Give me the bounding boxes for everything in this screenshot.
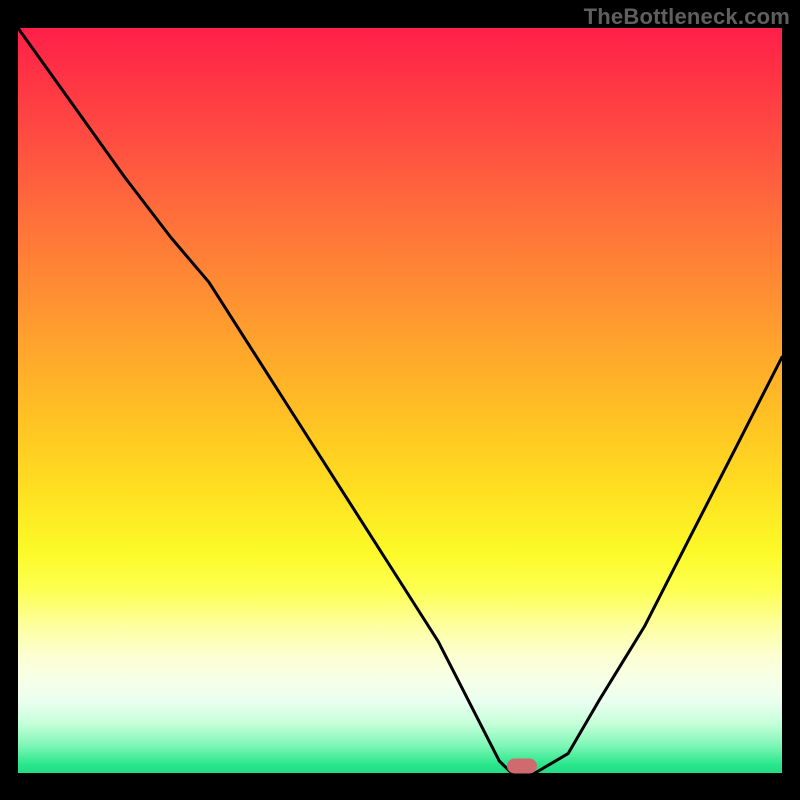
curve-path	[18, 28, 782, 776]
watermark-label: TheBottleneck.com	[584, 4, 790, 30]
plot-area	[18, 28, 782, 776]
optimal-marker	[507, 759, 537, 774]
baseline	[18, 773, 782, 776]
bottleneck-curve	[18, 28, 782, 776]
chart-frame: TheBottleneck.com	[0, 0, 800, 800]
